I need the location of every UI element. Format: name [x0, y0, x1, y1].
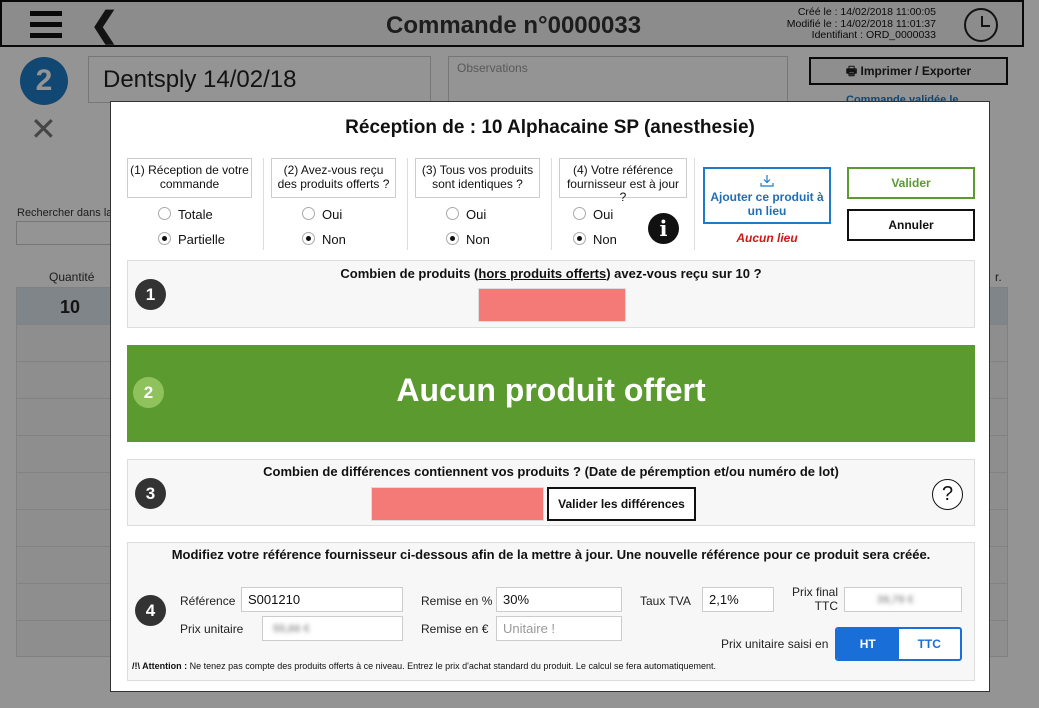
option-label[interactable]: Oui [322, 207, 342, 222]
toggle-ttc[interactable]: TTC [899, 629, 961, 659]
question-text: Combien de produits ( [340, 266, 479, 281]
discount-euro-label: Remise en € [421, 622, 489, 636]
question-underlined-text: hors produits offerts [478, 266, 607, 281]
reference-label: Référence [180, 594, 236, 608]
reference-heading: Modifiez votre référence fournisseur ci-… [171, 547, 931, 562]
section-differences: 3 Combien de différences contiennent vos… [127, 459, 975, 526]
question-label: (4) Votre référence fournisseur est à jo… [559, 158, 687, 204]
radio-totale[interactable] [158, 207, 171, 220]
received-quantity-question: Combien de produits (hors produits offer… [128, 266, 974, 281]
final-price-label: Prix final TTC [790, 585, 838, 613]
vat-input[interactable]: 2,1% [702, 587, 774, 612]
option-label[interactable]: Oui [593, 207, 613, 222]
received-quantity-input[interactable] [478, 288, 626, 322]
final-price-label-line: TTC [814, 599, 838, 613]
validate-differences-button[interactable]: Valider les différences [547, 487, 696, 521]
unit-price-label: Prix unitaire [180, 622, 244, 636]
section-supplier-reference: 4 Modifiez votre référence fournisseur c… [127, 542, 975, 681]
no-place-warning: Aucun lieu [736, 231, 798, 245]
question-text: ) avez-vous reçu sur 10 ? [606, 266, 762, 281]
question-free-products: (2) Avez-vous reçu des produits offerts … [271, 158, 408, 250]
radio-non[interactable] [302, 232, 315, 245]
option-label[interactable]: Non [593, 232, 617, 247]
question-label: (1) Réception de votre commande [127, 158, 252, 198]
help-icon[interactable]: ? [932, 479, 963, 510]
radio-non[interactable] [446, 232, 459, 245]
radio-oui[interactable] [573, 207, 586, 220]
section-received-quantity: 1 Combien de produits (hors produits off… [127, 260, 975, 328]
info-icon[interactable]: i [648, 213, 679, 244]
radio-oui[interactable] [302, 207, 315, 220]
radio-non[interactable] [573, 232, 586, 245]
free-products-status: Aucun produit offert [396, 372, 706, 408]
unit-price-input[interactable]: 55,66 € [262, 616, 403, 641]
modal-title: Réception de : 10 Alphacaine SP (anesthe… [345, 117, 755, 138]
add-to-place-button[interactable]: Ajouter ce produit à un lieu [703, 167, 831, 224]
free-products-banner: 2 Aucun produit offert [127, 345, 975, 442]
final-price-field: 39,79 € [844, 587, 962, 612]
discount-euro-input[interactable]: Unitaire ! [496, 616, 622, 641]
toggle-ht[interactable]: HT [837, 629, 899, 659]
reference-input[interactable]: S001210 [241, 587, 403, 612]
download-icon [760, 175, 774, 187]
option-label[interactable]: Oui [466, 207, 486, 222]
radio-oui[interactable] [446, 207, 459, 220]
option-label[interactable]: Non [322, 232, 346, 247]
question-label: (3) Tous vos produits sont identiques ? [415, 158, 540, 198]
option-label[interactable]: Totale [178, 207, 213, 222]
question-label: (2) Avez-vous reçu des produits offerts … [271, 158, 396, 198]
vat-label: Taux TVA [640, 594, 691, 608]
price-mode-toggle: HT TTC [835, 627, 962, 661]
differences-input[interactable] [371, 487, 544, 521]
section-number-badge: 1 [135, 279, 166, 310]
cancel-button[interactable]: Annuler [847, 209, 975, 241]
attention-text: Ne tenez pas compte des produits offerts… [187, 661, 717, 671]
option-label[interactable]: Partielle [178, 232, 225, 247]
discount-percent-label: Remise en % [421, 594, 493, 608]
unit-price-value: 55,66 € [273, 623, 310, 635]
discount-percent-input[interactable]: 30% [496, 587, 622, 612]
attention-note: /!\ Attention : Ne tenez pas compte des … [132, 661, 716, 671]
differences-question: Combien de différences contiennent vos p… [263, 464, 839, 479]
price-mode-label: Prix unitaire saisi en [721, 637, 829, 651]
section-number-badge: 4 [135, 595, 166, 626]
validate-button[interactable]: Valider [847, 167, 975, 199]
option-label[interactable]: Non [466, 232, 490, 247]
radio-partielle[interactable] [158, 232, 171, 245]
final-price-label-line: Prix final [791, 585, 838, 599]
final-price-value: 39,79 € [877, 594, 914, 606]
add-to-place-label: Ajouter ce produit à un lieu [710, 190, 824, 218]
question-reception: (1) Réception de votre commande Totale P… [127, 158, 264, 250]
attention-prefix: /!\ Attention : [132, 661, 188, 671]
question-identical-products: (3) Tous vos produits sont identiques ? … [415, 158, 552, 250]
reception-modal: Réception de : 10 Alphacaine SP (anesthe… [110, 101, 990, 692]
section-number-badge: 3 [135, 478, 166, 509]
